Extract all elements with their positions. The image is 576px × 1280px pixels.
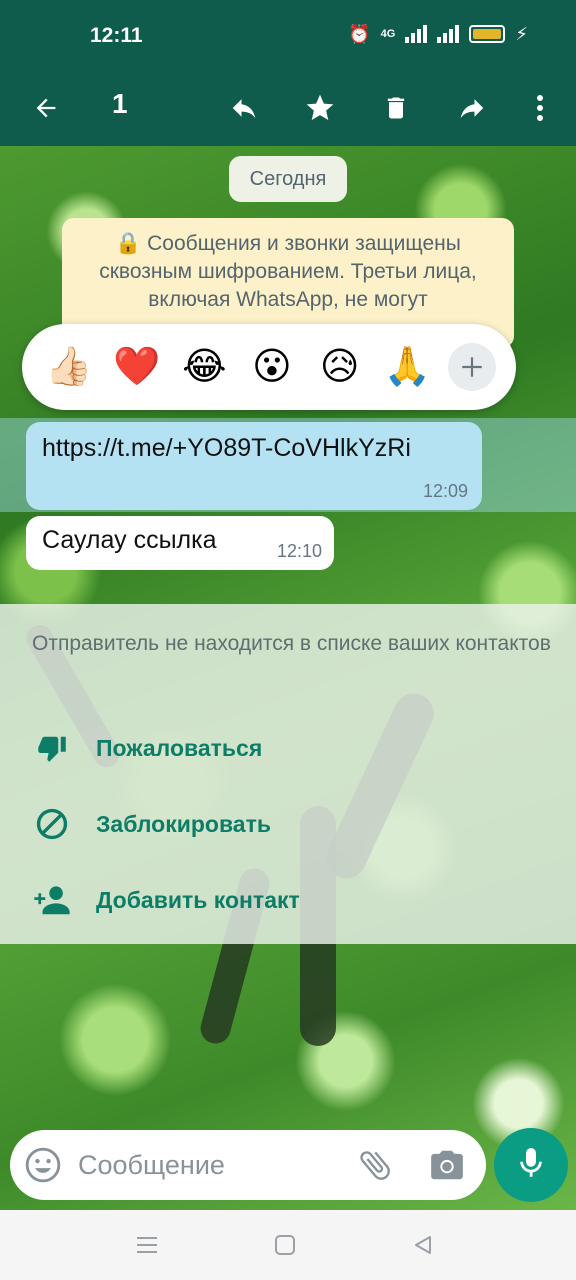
selection-toolbar: 1 [0, 70, 576, 146]
message-bubble[interactable]: Саулау ссылка 12:10 [26, 516, 334, 570]
report-label: Пожаловаться [96, 734, 263, 761]
attach-icon[interactable] [356, 1146, 394, 1189]
reply-icon[interactable] [220, 84, 268, 132]
selected-count: 1 [112, 88, 128, 119]
recents-icon[interactable] [132, 1230, 162, 1260]
reaction-pray[interactable]: 🙏 [380, 340, 434, 394]
report-button[interactable]: Пожаловаться [32, 728, 262, 768]
block-icon [32, 804, 72, 844]
status-time: 12:11 [90, 24, 143, 47]
back-arrow-icon[interactable] [22, 84, 70, 132]
status-icons: ⏰ 4G ⚡ [348, 24, 528, 44]
reaction-heart[interactable]: ❤️ [110, 340, 164, 394]
alarm-icon: ⏰ [348, 24, 371, 44]
network-type: 4G [380, 28, 396, 40]
date-chip: Сегодня [229, 156, 347, 202]
unknown-sender-panel: Отправитель не находится в списке ваших … [0, 604, 576, 944]
add-contact-button[interactable]: Добавить контакт [32, 880, 300, 920]
signal-icon [405, 25, 428, 43]
status-bar: 12:11 ⏰ 4G ⚡ [0, 0, 576, 70]
home-icon[interactable] [270, 1230, 300, 1260]
reaction-thumbs-up[interactable]: 👍🏻 [42, 340, 96, 394]
camera-icon[interactable] [428, 1146, 466, 1189]
reaction-picker: 👍🏻 ❤️ 😂 😮 😥 🙏 [22, 324, 516, 410]
reaction-laugh[interactable]: 😂 [177, 340, 231, 394]
unknown-sender-info: Отправитель не находится в списке ваших … [32, 632, 551, 655]
block-button[interactable]: Заблокировать [32, 804, 271, 844]
message-text[interactable]: https://t.me/+YO89T-CoVHlkYzRi [42, 434, 466, 463]
forward-icon[interactable] [448, 84, 496, 132]
add-contact-label: Добавить контакт [96, 886, 300, 913]
signal-icon-2 [437, 25, 460, 43]
message-time: 12:10 [276, 541, 322, 561]
reaction-sad[interactable]: 😥 [313, 340, 367, 394]
delete-icon[interactable] [372, 84, 420, 132]
message-time: 12:09 [422, 481, 468, 501]
mic-button[interactable] [494, 1128, 568, 1202]
system-nav-bar [0, 1210, 576, 1280]
message-input-bar[interactable]: Сообщение [10, 1130, 486, 1200]
encryption-notice-text: Сообщения и звонки защищены сквозным шиф… [99, 232, 477, 311]
emoji-icon[interactable] [24, 1146, 62, 1189]
add-person-icon [32, 880, 72, 920]
add-reaction-icon[interactable] [447, 343, 496, 391]
reaction-surprised[interactable]: 😮 [245, 340, 299, 394]
message-bubble[interactable]: https://t.me/+YO89T-CoVHlkYzRi 12:09 [26, 422, 482, 510]
message-input[interactable]: Сообщение [78, 1150, 225, 1181]
charging-icon: ⚡ [515, 24, 528, 44]
block-label: Заблокировать [96, 810, 271, 837]
lock-icon: 🔒 [115, 232, 148, 255]
battery-icon [469, 25, 506, 43]
more-vert-icon[interactable] [516, 84, 564, 132]
thumbs-down-icon [32, 728, 72, 768]
back-icon[interactable] [408, 1230, 438, 1260]
mic-icon [516, 1145, 546, 1186]
star-icon[interactable] [296, 84, 344, 132]
